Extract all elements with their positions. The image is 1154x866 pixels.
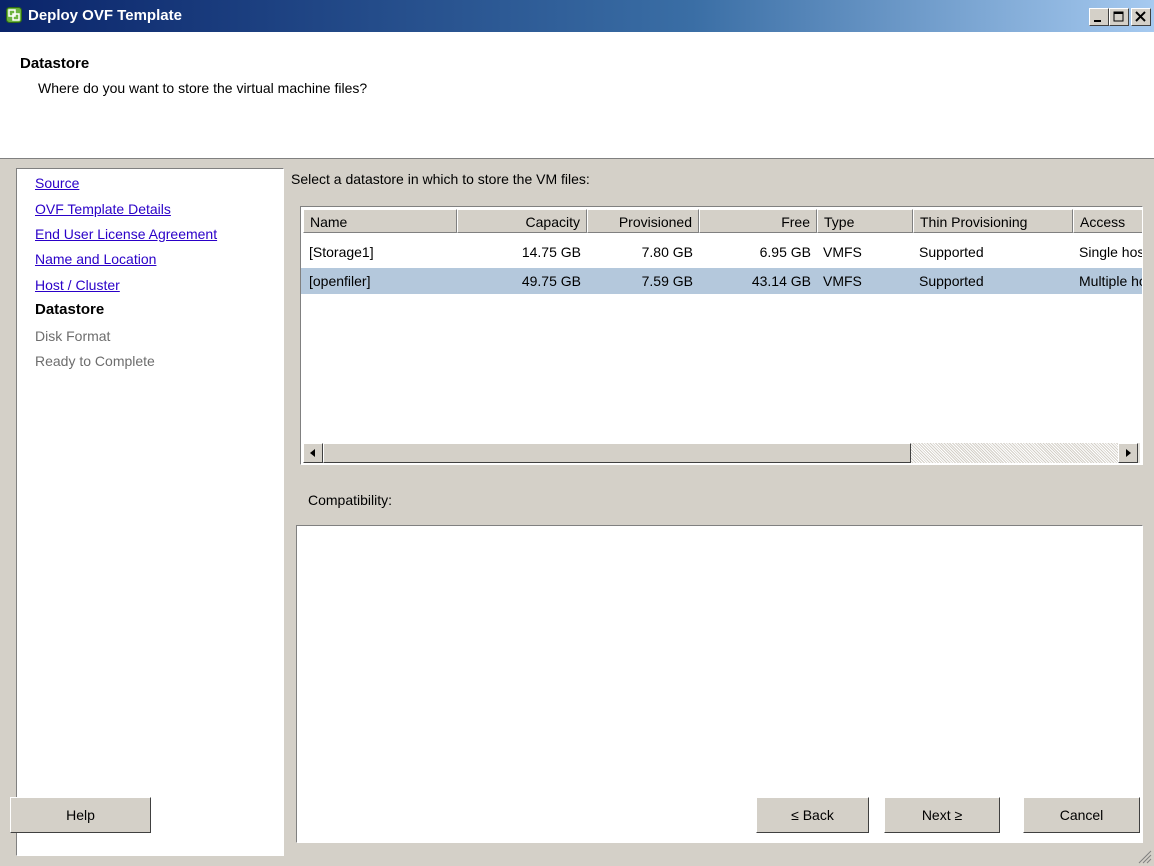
cell-type: VMFS bbox=[823, 273, 862, 289]
step-source[interactable]: Source bbox=[35, 175, 79, 191]
arrow-right-icon bbox=[1126, 449, 1131, 457]
table-header: Name Capacity Provisioned Free Type Thin… bbox=[301, 207, 1142, 233]
table-row-selected[interactable]: [openfiler] 49.75 GB 7.59 GB 43.14 GB VM… bbox=[301, 268, 1142, 294]
step-ovf-template-details[interactable]: OVF Template Details bbox=[35, 201, 171, 217]
page-subtitle: Where do you want to store the virtual m… bbox=[38, 80, 368, 96]
column-header-capacity[interactable]: Capacity bbox=[457, 209, 587, 233]
cancel-button-label: Cancel bbox=[1059, 807, 1104, 823]
wizard-header: Datastore Where do you want to store the… bbox=[0, 32, 1154, 159]
title-bar[interactable]: Deploy OVF Template bbox=[0, 0, 1154, 32]
cell-free: 43.14 GB bbox=[751, 273, 811, 289]
close-icon bbox=[1135, 11, 1146, 22]
cell-provisioned: 7.59 GB bbox=[641, 273, 693, 289]
datastore-table[interactable]: Name Capacity Provisioned Free Type Thin… bbox=[300, 206, 1143, 465]
scrollbar-thumb[interactable] bbox=[323, 443, 911, 463]
step-name-and-location[interactable]: Name and Location bbox=[35, 251, 156, 267]
maximize-button[interactable] bbox=[1109, 8, 1129, 26]
cell-provisioned: 7.80 GB bbox=[641, 244, 693, 260]
scroll-left-button[interactable] bbox=[303, 443, 323, 463]
instruction-text: Select a datastore in which to store the… bbox=[291, 171, 590, 187]
next-button[interactable]: Next ≥ bbox=[884, 797, 1000, 833]
cancel-button[interactable]: Cancel bbox=[1023, 797, 1140, 833]
minimize-button[interactable] bbox=[1089, 8, 1109, 26]
back-button[interactable]: ≤ Back bbox=[756, 797, 869, 833]
cell-type: VMFS bbox=[823, 244, 862, 260]
cell-thin-provisioning: Supported bbox=[919, 273, 984, 289]
cell-access: Single host bbox=[1079, 244, 1143, 260]
cell-capacity: 49.75 GB bbox=[521, 273, 581, 289]
arrow-left-icon bbox=[310, 449, 315, 457]
compatibility-box bbox=[296, 525, 1143, 843]
column-header-name[interactable]: Name bbox=[303, 209, 457, 233]
column-header-access[interactable]: Access bbox=[1073, 209, 1142, 233]
cell-free: 6.95 GB bbox=[759, 244, 811, 260]
cell-access: Multiple hosts bbox=[1079, 273, 1142, 289]
step-datastore: Datastore bbox=[35, 301, 105, 318]
maximize-icon bbox=[1113, 11, 1124, 22]
step-eula[interactable]: End User License Agreement bbox=[35, 226, 217, 242]
help-button-label: Help bbox=[66, 807, 95, 823]
column-header-type[interactable]: Type bbox=[817, 209, 913, 233]
cell-capacity: 14.75 GB bbox=[521, 244, 581, 260]
step-ready-to-complete: Ready to Complete bbox=[35, 353, 155, 369]
minimize-icon bbox=[1094, 20, 1101, 22]
resize-grip-icon[interactable] bbox=[1136, 848, 1152, 864]
cell-name: [openfiler] bbox=[309, 273, 371, 289]
compatibility-label: Compatibility: bbox=[308, 492, 393, 508]
horizontal-scrollbar[interactable] bbox=[303, 443, 1140, 463]
column-header-provisioned[interactable]: Provisioned bbox=[587, 209, 699, 233]
cell-name: [Storage1] bbox=[309, 244, 374, 260]
close-button[interactable] bbox=[1131, 8, 1151, 26]
help-button[interactable]: Help bbox=[10, 797, 151, 833]
scrollbar-track[interactable] bbox=[911, 443, 1118, 463]
app-icon bbox=[6, 7, 22, 23]
next-button-label: Next ≥ bbox=[921, 807, 963, 823]
cell-thin-provisioning: Supported bbox=[919, 244, 984, 260]
column-header-thin-provisioning[interactable]: Thin Provisioning bbox=[913, 209, 1073, 233]
page-title: Datastore bbox=[20, 55, 90, 72]
table-row[interactable]: [Storage1] 14.75 GB 7.80 GB 6.95 GB VMFS… bbox=[301, 239, 1143, 265]
step-host-cluster[interactable]: Host / Cluster bbox=[35, 277, 120, 293]
back-button-label: ≤ Back bbox=[791, 807, 834, 823]
column-header-free[interactable]: Free bbox=[699, 209, 817, 233]
scroll-right-button[interactable] bbox=[1118, 443, 1138, 463]
steps-sidebar: Source OVF Template Details End User Lic… bbox=[16, 168, 284, 856]
step-disk-format: Disk Format bbox=[35, 328, 111, 344]
window-title: Deploy OVF Template bbox=[28, 7, 182, 24]
